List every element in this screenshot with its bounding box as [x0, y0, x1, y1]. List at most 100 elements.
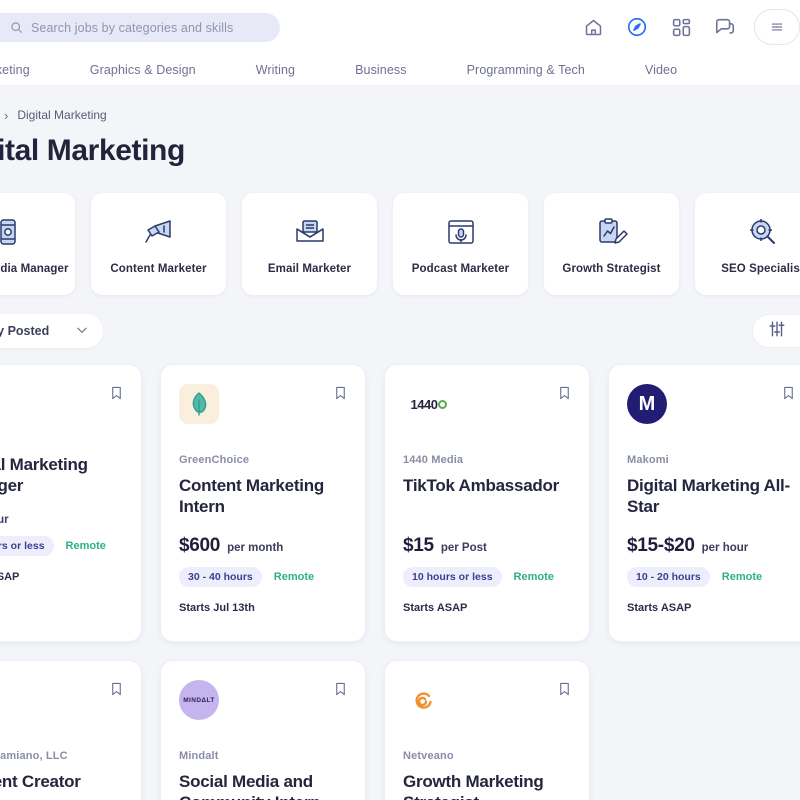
nav-item-graphics-design[interactable]: Graphics & Design — [60, 63, 226, 77]
nav-item-marketing[interactable]: Marketing — [0, 63, 60, 77]
nav-item-programming-tech[interactable]: Programming & Tech — [437, 63, 615, 77]
job-title: TikTok Ambassador — [403, 476, 560, 495]
job-start-date: Starts ASAP — [627, 602, 692, 614]
microphone-window-icon — [445, 214, 477, 250]
job-card[interactable]: M Makomi Digital Marketing All-Star $15-… — [608, 364, 800, 642]
job-hours-chip: 10 - 20 hours — [627, 567, 710, 587]
role-card-label: Podcast Marketer — [411, 262, 510, 275]
job-card[interactable]: GreenChoice Content Marketing Intern $60… — [160, 364, 366, 642]
role-card-label: Social Media Manager — [0, 262, 69, 275]
role-card-label: Email Marketer — [267, 262, 352, 275]
company-logo-text: M — [638, 392, 656, 415]
job-start-date: Starts Jul 13th — [179, 602, 255, 614]
role-card-seo-specialist[interactable]: SEO Specialist — [695, 193, 800, 295]
category-nav-track: Marketing Graphics & Design Writing Busi… — [0, 54, 707, 86]
search-icon — [10, 21, 23, 34]
job-location: Remote — [721, 571, 763, 583]
nav-item-video[interactable]: Video — [615, 63, 707, 77]
job-title: Social Media and Community Intern — [179, 772, 321, 800]
job-pay: $600 per month — [179, 535, 347, 557]
chevron-down-icon — [75, 323, 89, 340]
company-logo — [403, 680, 443, 720]
job-card[interactable]: Netveano Growth Marketing Strategist — [384, 660, 590, 800]
compass-icon[interactable] — [626, 16, 648, 38]
role-card-row: Social Media Manager Content Marketer — [0, 193, 800, 295]
job-pay-amount: $600 — [179, 535, 221, 556]
role-card-podcast-marketer[interactable]: Podcast Marketer — [393, 193, 528, 295]
envelope-icon — [293, 214, 327, 250]
job-title: Digital Marketing All-Star — [627, 476, 790, 517]
bookmark-icon[interactable] — [781, 384, 796, 407]
avatar-menu-icon[interactable] — [754, 9, 800, 45]
job-company: Makomi — [627, 454, 669, 466]
job-location: Remote — [273, 571, 315, 583]
job-start-date: Starts ASAP — [0, 571, 20, 583]
job-title: Digital Marketing Manager — [0, 455, 88, 496]
search-box[interactable] — [0, 13, 280, 42]
role-card-content-marketer[interactable]: Content Marketer — [91, 193, 226, 295]
sliders-filter-icon — [768, 320, 786, 343]
job-hours-chip: 30 - 40 hours — [179, 567, 262, 587]
job-company: Netveano — [403, 750, 454, 762]
logo-circle-mark — [438, 399, 448, 409]
gear-magnifier-icon — [747, 214, 779, 250]
search-input[interactable] — [31, 20, 261, 35]
job-meta: 10 hours or less Remote — [0, 536, 123, 556]
role-card-label: Content Marketer — [110, 262, 207, 275]
chevron-right-icon: › — [4, 107, 9, 123]
role-card-label: Growth Strategist — [562, 262, 661, 275]
job-title: Content Creator — [0, 772, 81, 791]
job-pay-amount: $15 — [403, 535, 434, 556]
company-logo-text: MINDΔLT — [183, 696, 215, 704]
bookmark-icon[interactable] — [557, 680, 572, 703]
job-company: Chase Damiano, LLC — [0, 750, 68, 762]
company-logo: MINDΔLT — [179, 680, 219, 720]
chat-bubble-icon[interactable] — [714, 16, 736, 38]
job-card[interactable]: Digital Marketing Manager per hour 10 ho… — [0, 364, 142, 642]
job-pay: $15-$20 per hour — [627, 535, 795, 557]
top-bar — [0, 0, 800, 54]
job-pay-unit: per month — [227, 542, 284, 554]
role-card-email-marketer[interactable]: Email Marketer — [242, 193, 377, 295]
category-nav: Marketing Graphics & Design Writing Busi… — [0, 54, 800, 86]
nav-item-business[interactable]: Business — [325, 63, 437, 77]
company-logo — [179, 384, 219, 424]
dashboard-grid-icon[interactable] — [670, 16, 692, 38]
bookmark-icon[interactable] — [333, 384, 348, 407]
job-company: Mindalt — [179, 750, 219, 762]
company-logo: M — [627, 384, 667, 424]
company-logo-text: 1440 — [410, 396, 438, 412]
role-card-label: SEO Specialist — [721, 262, 800, 275]
job-pay-unit: per hour — [701, 542, 749, 554]
job-card[interactable]: 1440 1440 Media TikTok Ambassador $15 pe… — [384, 364, 590, 642]
role-card-growth-strategist[interactable]: Growth Strategist — [544, 193, 679, 295]
job-pay: per hour — [0, 514, 123, 526]
sort-dropdown-label: Recently Posted — [0, 324, 50, 338]
job-start-date: Starts ASAP — [403, 602, 468, 614]
job-meta: 10 hours or less Remote — [403, 567, 571, 587]
breadcrumb: › Digital Marketing — [4, 86, 800, 122]
job-location: Remote — [65, 540, 106, 552]
company-logo: 1440 — [403, 384, 455, 424]
role-card-social-media-manager[interactable]: Social Media Manager — [0, 193, 75, 295]
job-card[interactable]: MINDΔLT Mindalt Social Media and Communi… — [160, 660, 366, 800]
job-hours-chip: 10 hours or less — [0, 536, 54, 556]
main-content: › Digital Marketing Digital Marketing So… — [0, 86, 800, 800]
nav-item-writing[interactable]: Writing — [226, 63, 325, 77]
home-icon[interactable] — [582, 16, 604, 38]
sort-dropdown[interactable]: Recently Posted — [0, 314, 104, 348]
bookmark-icon[interactable] — [333, 680, 348, 703]
job-location: Remote — [513, 571, 554, 583]
bookmark-icon[interactable] — [557, 384, 572, 407]
job-company: 1440 Media — [403, 454, 464, 466]
job-meta: 10 - 20 hours Remote — [627, 567, 795, 587]
job-hours-chip: 10 hours or less — [403, 567, 502, 587]
job-grid-track: Digital Marketing Manager per hour 10 ho… — [0, 364, 800, 800]
breadcrumb-current[interactable]: Digital Marketing — [17, 108, 106, 122]
job-pay-amount: $15-$20 — [627, 535, 695, 556]
filter-button[interactable] — [752, 314, 800, 348]
job-card[interactable]: C Chase Damiano, LLC Content Creator — [0, 660, 142, 800]
role-card-track: Social Media Manager Content Marketer — [0, 193, 800, 295]
bookmark-icon[interactable] — [109, 680, 124, 703]
bookmark-icon[interactable] — [109, 384, 124, 407]
